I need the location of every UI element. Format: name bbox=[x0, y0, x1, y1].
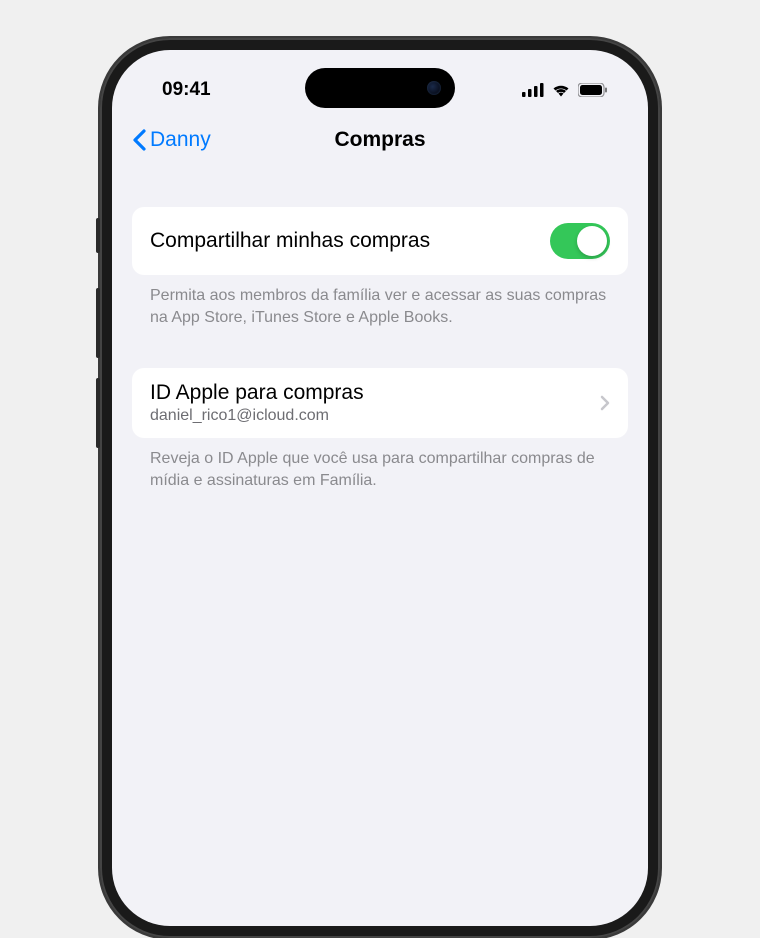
status-time: 09:41 bbox=[162, 79, 211, 101]
wifi-icon bbox=[551, 83, 571, 97]
page-title: Compras bbox=[334, 128, 425, 152]
volume-down-button bbox=[96, 378, 100, 448]
cellular-signal-icon bbox=[522, 83, 544, 97]
front-camera bbox=[427, 81, 441, 95]
status-icons bbox=[522, 83, 608, 97]
battery-icon bbox=[578, 83, 608, 97]
chevron-left-icon bbox=[132, 129, 146, 151]
apple-id-email: daniel_rico1@icloud.com bbox=[150, 407, 364, 425]
apple-id-row[interactable]: ID Apple para compras daniel_rico1@iclou… bbox=[132, 368, 628, 438]
share-purchases-label: Compartilhar minhas compras bbox=[150, 229, 430, 253]
apple-id-group: ID Apple para compras daniel_rico1@iclou… bbox=[132, 368, 628, 491]
navigation-bar: Danny Compras bbox=[112, 110, 648, 177]
volume-up-button bbox=[96, 288, 100, 358]
back-label: Danny bbox=[150, 128, 211, 152]
phone-frame: 09:41 bbox=[100, 38, 660, 938]
share-purchases-row: Compartilhar minhas compras bbox=[132, 207, 628, 275]
share-purchases-footer: Permita aos membros da família ver e ace… bbox=[132, 275, 628, 328]
back-button[interactable]: Danny bbox=[132, 128, 211, 152]
dynamic-island bbox=[305, 68, 455, 108]
share-purchases-group: Compartilhar minhas compras Permita aos … bbox=[132, 207, 628, 328]
volume-switch bbox=[96, 218, 100, 253]
toggle-knob bbox=[577, 226, 607, 256]
apple-id-footer: Reveja o ID Apple que você usa para comp… bbox=[132, 438, 628, 491]
share-purchases-toggle[interactable] bbox=[550, 223, 610, 259]
apple-id-title: ID Apple para compras bbox=[150, 381, 364, 405]
apple-id-text-stack: ID Apple para compras daniel_rico1@iclou… bbox=[150, 381, 364, 425]
chevron-right-icon bbox=[600, 395, 610, 411]
phone-screen: 09:41 bbox=[112, 50, 648, 926]
settings-content: Compartilhar minhas compras Permita aos … bbox=[112, 207, 648, 491]
